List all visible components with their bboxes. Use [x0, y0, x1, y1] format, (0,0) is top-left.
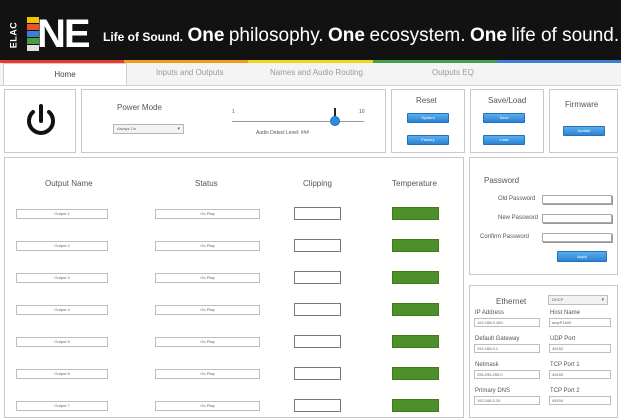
power-mode-label: Power Mode — [117, 103, 162, 112]
slider-min-label: 1 — [232, 109, 235, 115]
output-status-field: On Play — [155, 337, 260, 347]
outputs-panel: Output Name Status Clipping Temperature … — [4, 157, 464, 418]
load-button[interactable]: Load — [483, 135, 525, 145]
output-name-field[interactable]: Output 3 — [16, 273, 108, 283]
reset-panel: Reset System Factory — [391, 89, 465, 153]
tcp-port-2-label: TCP Port 2 — [550, 388, 580, 394]
ethernet-mode-select[interactable]: DHCP ▾ — [548, 295, 608, 305]
tab-outputs-eq[interactable]: Outputs EQ — [432, 68, 474, 77]
clipping-indicator — [294, 207, 341, 220]
output-name-field[interactable]: Output 5 — [16, 337, 108, 347]
ip-address-field[interactable]: 192.168.0.169 — [474, 318, 540, 327]
save-load-panel: Save/Load Save Load — [470, 89, 544, 153]
ethernet-panel: Ethernet DHCP ▾ IP Address 192.168.0.169… — [469, 285, 618, 418]
temperature-indicator — [392, 303, 439, 316]
password-title: Password — [484, 176, 520, 185]
confirm-password-input[interactable] — [542, 233, 612, 242]
save-button[interactable]: Save — [483, 113, 525, 123]
slider-value-marker — [333, 108, 336, 116]
clipping-indicator — [294, 335, 341, 348]
reset-system-button[interactable]: System — [407, 113, 449, 123]
chevron-down-icon: ▾ — [177, 126, 180, 132]
audio-detect-level-label: Audio Detect Level: ### — [256, 130, 310, 136]
ip-address-label: IP Address — [475, 310, 504, 316]
netmask-field[interactable]: 255.255.255.0 — [474, 370, 540, 379]
tab-home[interactable]: Home — [3, 63, 127, 85]
new-password-input[interactable] — [542, 214, 612, 223]
slider-max-label: 10 — [359, 109, 365, 115]
old-password-input[interactable] — [542, 195, 612, 204]
tcp-port-2-field[interactable]: 49154 — [549, 396, 611, 405]
col-clipping: Clipping — [303, 179, 332, 188]
ethernet-title: Ethernet — [496, 297, 527, 306]
chevron-down-icon: ▾ — [601, 297, 604, 303]
header-tagline: Life of Sound. One philosophy. One ecosy… — [103, 25, 620, 46]
output-name-field[interactable]: Output 1 — [16, 209, 108, 219]
gateway-field[interactable]: 192.168.0.1 — [474, 344, 540, 353]
audio-detect-slider[interactable] — [232, 121, 364, 122]
new-password-label: New Password — [498, 215, 539, 221]
firmware-title: Firmware — [565, 100, 599, 109]
output-status-field: On Play — [155, 273, 260, 283]
firmware-update-button[interactable]: Update — [563, 126, 605, 136]
output-status-field: On Play — [155, 209, 260, 219]
output-name-field[interactable]: Output 6 — [16, 369, 108, 379]
tab-inputs-outputs[interactable]: Inputs and Outputs — [156, 68, 224, 77]
reset-factory-button[interactable]: Factory — [407, 135, 449, 145]
power-mode-panel: Power Mode Always On ▾ 1 10 Audio Detect… — [81, 89, 386, 153]
host-name-label: Host Name — [550, 310, 581, 316]
old-password-label: Old Password — [498, 196, 536, 202]
temperature-indicator — [392, 239, 439, 252]
firmware-panel: Firmware Update — [549, 89, 618, 153]
primary-dns-label: Primary DNS — [475, 388, 511, 394]
tab-names-audio-routing[interactable]: Names and Audio Routing — [270, 68, 363, 77]
reset-title: Reset — [416, 96, 437, 105]
clipping-indicator — [294, 271, 341, 284]
temperature-indicator — [392, 207, 439, 220]
elac-one-logo: ELAC NE — [8, 12, 103, 56]
output-name-field[interactable]: Output 2 — [16, 241, 108, 251]
tcp-port-1-field[interactable]: 49153 — [549, 370, 611, 379]
temperature-indicator — [392, 271, 439, 284]
one-wordmark: NE — [37, 12, 91, 56]
primary-dns-field[interactable]: 192.168.0.15 — [474, 396, 540, 405]
output-status-field: On Play — [155, 369, 260, 379]
col-temperature: Temperature — [392, 179, 437, 188]
netmask-label: Netmask — [475, 362, 499, 368]
slider-handle[interactable] — [329, 116, 340, 126]
col-output-name: Output Name — [45, 179, 93, 188]
power-button[interactable] — [4, 89, 76, 153]
output-status-field: On Play — [155, 241, 260, 251]
save-load-title: Save/Load — [488, 96, 527, 105]
temperature-indicator — [392, 335, 439, 348]
power-icon — [27, 104, 55, 135]
temperature-indicator — [392, 399, 439, 412]
password-apply-button[interactable]: Apply — [557, 251, 607, 262]
output-name-field[interactable]: Output 7 — [16, 401, 108, 411]
clipping-indicator — [294, 399, 341, 412]
confirm-password-label: Confirm Password — [480, 234, 530, 240]
power-mode-select[interactable]: Always On ▾ — [113, 124, 184, 134]
output-name-field[interactable]: Output 4 — [16, 305, 108, 315]
elac-wordmark: ELAC — [8, 21, 19, 49]
clipping-indicator — [294, 303, 341, 316]
col-status: Status — [195, 179, 218, 188]
host-name-field[interactable]: ampP1600 — [549, 318, 611, 327]
clipping-indicator — [294, 367, 341, 380]
output-status-field: On Play — [155, 401, 260, 411]
temperature-indicator — [392, 367, 439, 380]
output-status-field: On Play — [155, 305, 260, 315]
tcp-port-1-label: TCP Port 1 — [550, 362, 580, 368]
header-banner: ELAC NE Life of Sound. One philosophy. O… — [0, 0, 621, 63]
tab-bar: Home Inputs and Outputs Names and Audio … — [0, 63, 621, 86]
clipping-indicator — [294, 239, 341, 252]
udp-port-label: UDP Port — [550, 336, 576, 342]
udp-port-field[interactable]: 49152 — [549, 344, 611, 353]
gateway-label: Default Gateway — [475, 336, 520, 342]
